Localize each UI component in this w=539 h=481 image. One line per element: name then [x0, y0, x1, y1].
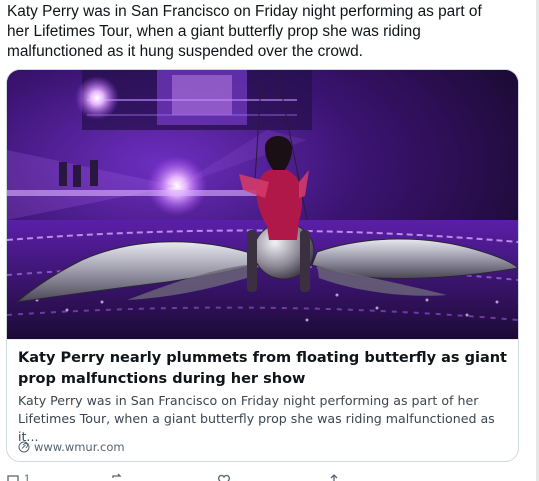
link-card-title[interactable]: Katy Perry nearly plummets from floating… [18, 348, 510, 390]
link-card-body[interactable]: Katy Perry nearly plummets from floating… [7, 339, 518, 461]
share-icon [327, 473, 341, 481]
reply-button[interactable]: 1 [6, 473, 30, 481]
repost-button[interactable] [110, 473, 124, 481]
link-card-description: Katy Perry was in San Francisco on Frida… [18, 393, 495, 444]
share-button[interactable] [327, 473, 341, 481]
reply-count: 1 [24, 473, 31, 481]
like-icon [217, 473, 231, 481]
link-card-domain-text: www.wmur.com [34, 440, 125, 454]
like-button[interactable] [217, 473, 231, 481]
repost-icon [110, 473, 124, 481]
post-text: Katy Perry was in San Francisco on Frida… [7, 3, 482, 60]
concert-photo [7, 70, 518, 339]
post-actions-bar: 1 [0, 471, 539, 481]
reply-icon [6, 473, 20, 481]
link-card-domain[interactable]: www.wmur.com [18, 439, 125, 455]
link-card[interactable]: Katy Perry nearly plummets from floating… [6, 69, 519, 462]
link-icon [18, 441, 30, 453]
link-card-image[interactable] [7, 70, 518, 339]
